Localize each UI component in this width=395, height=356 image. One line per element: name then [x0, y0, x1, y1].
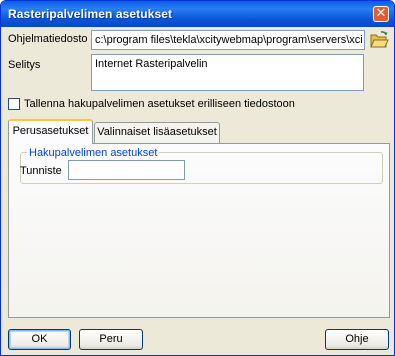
dialog-window: Rasteripalvelimen asetukset ✕ Ohjelmatie…	[0, 0, 395, 356]
tab-perusasetukset[interactable]: Perusasetukset	[8, 119, 93, 144]
cancel-button[interactable]: Peru	[79, 329, 143, 350]
close-icon[interactable]: ✕	[373, 6, 389, 22]
tab-panel: Hakupalvelimen asetukset Tunniste	[8, 143, 390, 318]
identifier-field[interactable]	[68, 160, 185, 180]
identifier-label: Tunniste	[20, 165, 62, 177]
save-separate-label: Tallenna hakupalvelimen asetukset erilli…	[24, 98, 295, 110]
save-separate-checkbox[interactable]	[8, 98, 20, 110]
description-field[interactable]: Internet Rasteripalvelin	[91, 54, 364, 91]
help-button[interactable]: Ohje	[325, 329, 389, 350]
tab-valinnaiset-lisaasetukset[interactable]: Valinnaiset lisäasetukset	[94, 122, 220, 143]
group-title: Hakupalvelimen asetukset	[27, 147, 160, 159]
browse-folder-button[interactable]	[369, 30, 389, 50]
ok-button[interactable]: OK	[8, 329, 71, 350]
program-file-field[interactable]: c:\program files\tekla\xcitywebmap\progr…	[91, 30, 365, 50]
program-file-label: Ohjelmatiedosto	[8, 33, 88, 45]
title-bar[interactable]: Rasteripalvelimen asetukset ✕	[1, 1, 394, 27]
description-label: Selitys	[8, 59, 41, 71]
window-title: Rasteripalvelimen asetukset	[8, 7, 173, 21]
folder-open-icon	[370, 31, 389, 48]
